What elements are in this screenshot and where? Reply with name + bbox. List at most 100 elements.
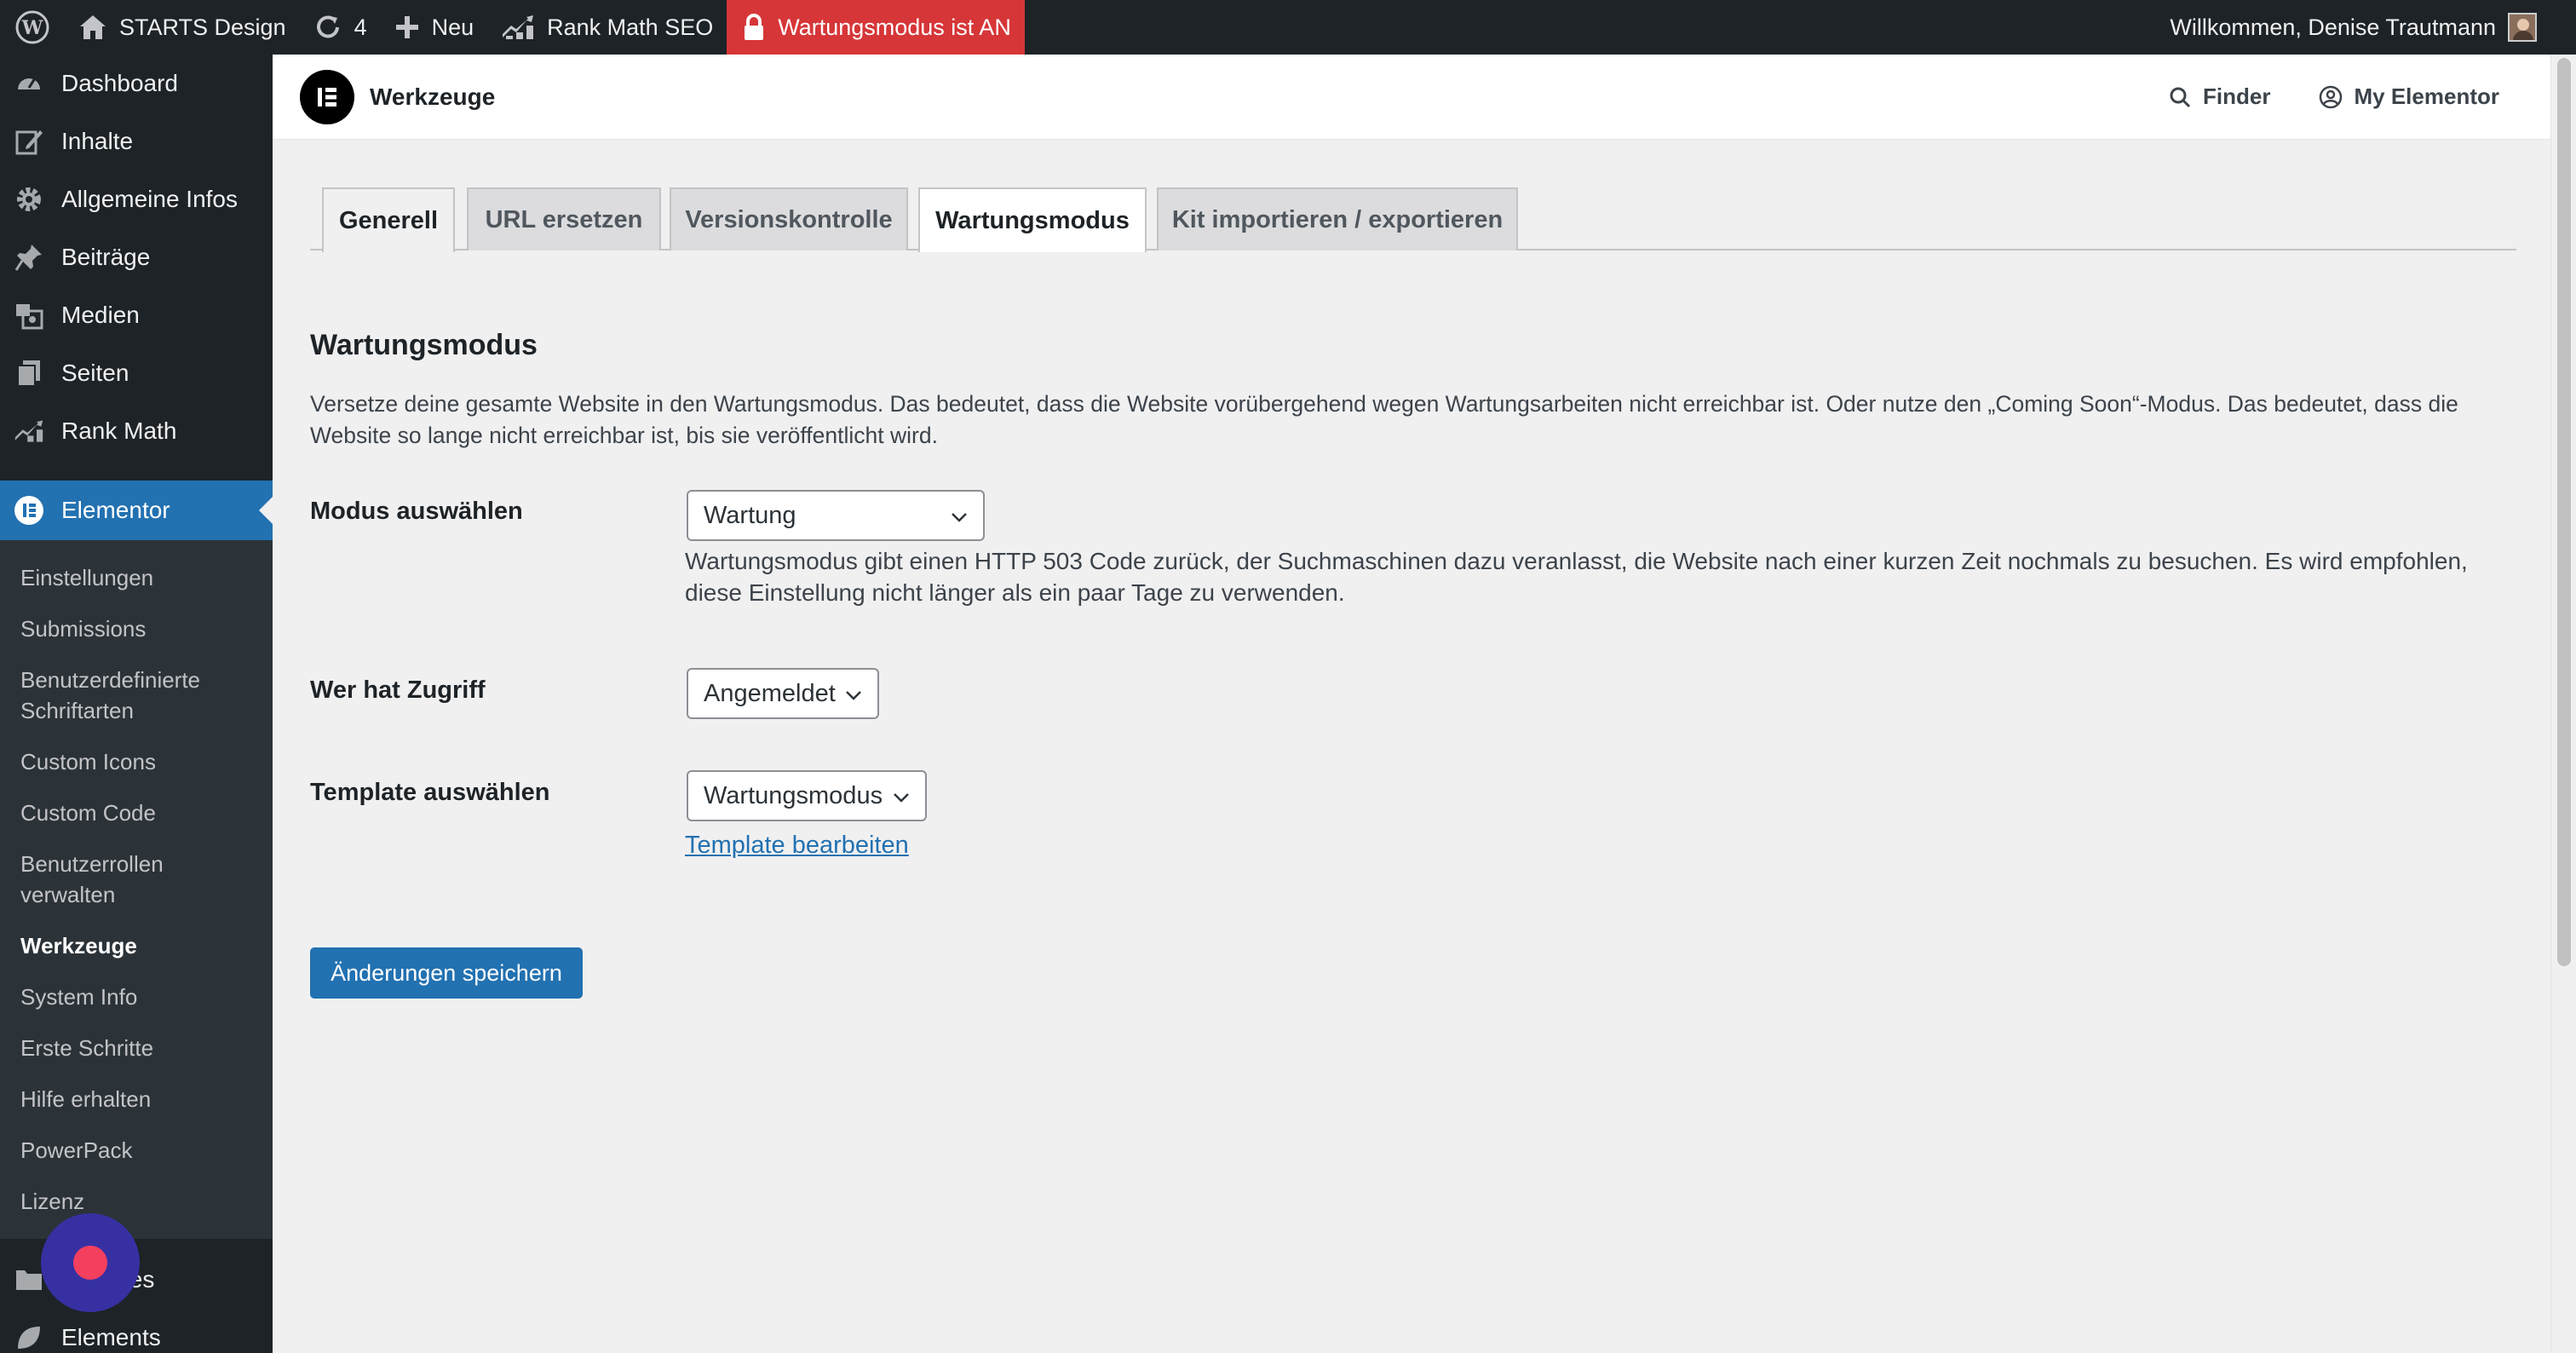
sidebar-item-seiten[interactable]: Seiten	[0, 344, 273, 402]
access-label: Wer hat Zugriff	[310, 676, 486, 704]
tab-label: Generell	[338, 206, 439, 234]
template-select[interactable]: Wartungsmodus	[687, 770, 927, 821]
admin-bar: W STARTS Design 4 Neu Rank Math SEO Wart…	[0, 0, 2576, 55]
sidebar-item-rank-math[interactable]: Rank Math	[0, 402, 273, 460]
new-content-link[interactable]: Neu	[381, 0, 488, 55]
sidebar-item-label: Elementor	[61, 497, 170, 523]
mode-description: Wartungsmodus gibt einen HTTP 503 Code z…	[685, 548, 2468, 606]
pages-icon	[14, 358, 44, 389]
gear-icon	[14, 184, 44, 215]
sidebar-item-inhalte[interactable]: Inhalte	[0, 112, 273, 170]
rankmath-icon	[14, 416, 44, 446]
floating-record-button[interactable]	[41, 1213, 140, 1312]
header-actions: Finder My Elementor	[2169, 83, 2550, 110]
edit-icon	[14, 126, 44, 157]
wordpress-icon: W	[15, 10, 49, 44]
page-title: Werkzeuge	[370, 83, 496, 110]
media-icon	[14, 300, 44, 331]
sidebar-item-dashboard[interactable]: Dashboard	[0, 55, 273, 112]
svg-text:W: W	[21, 17, 43, 39]
submenu-item-powerpack[interactable]: PowerPack	[0, 1125, 273, 1176]
access-select-value: Angemeldet	[704, 679, 836, 707]
new-label: Neu	[431, 14, 474, 40]
main-menu: Dashboard Inhalte Allgemeine Infos Beiträge…	[0, 55, 273, 460]
scrollbar-thumb[interactable]	[2557, 58, 2571, 966]
sidebar-item-label: Elements	[61, 1324, 161, 1350]
tab-generell[interactable]: Generell	[322, 187, 455, 252]
submenu-item-hilfe-erhalten[interactable]: Hilfe erhalten	[0, 1074, 273, 1125]
sidebar-item-medien[interactable]: Medien	[0, 286, 273, 344]
sidebar-item-label: Beiträge	[61, 244, 151, 270]
page-scrollbar[interactable]	[2550, 55, 2576, 1353]
submenu-item-benutzerdefinierte-schriftarten[interactable]: Benutzerdefinierte Schriftarten	[0, 654, 273, 736]
user-circle-icon	[2319, 85, 2342, 108]
lock-icon	[745, 14, 764, 40]
sidebar-item-label: Inhalte	[61, 128, 134, 154]
submenu-item-erste-schritte[interactable]: Erste Schritte	[0, 1022, 273, 1074]
sidebar-item-elementor[interactable]: Elementor	[0, 481, 273, 540]
chevron-down-icon	[894, 793, 909, 803]
sidebar-item-label: Medien	[61, 302, 140, 328]
tab-label: Wartungsmodus	[935, 206, 1130, 234]
my-elementor-label: My Elementor	[2354, 83, 2500, 109]
sidebar-item-label: Dashboard	[61, 70, 178, 96]
home-icon	[80, 15, 106, 39]
elementor-logo-icon	[300, 69, 354, 124]
tab-url-ersetzen[interactable]: URL ersetzen	[467, 187, 661, 250]
tab-label: Kit importieren / exportieren	[1171, 205, 1504, 233]
updates-count: 4	[354, 14, 367, 40]
template-select-value: Wartungsmodus	[704, 781, 883, 809]
submenu-item-custom-code[interactable]: Custom Code	[0, 787, 273, 838]
submenu-item-system-info[interactable]: System Info	[0, 971, 273, 1022]
refresh-icon	[316, 15, 339, 38]
sidebar-item-beitr-ge[interactable]: Beiträge	[0, 228, 273, 286]
finder-button[interactable]: Finder	[2169, 83, 2271, 110]
plus-icon	[395, 16, 418, 38]
search-icon	[2170, 87, 2191, 107]
elementor-submenu: Einstellungen Submissions Benutzerdefinier…	[0, 540, 273, 1239]
save-changes-button[interactable]: Änderungen speichern	[310, 947, 583, 999]
record-icon	[73, 1246, 107, 1280]
my-account-link[interactable]: Willkommen, Denise Trautmann	[2156, 0, 2576, 55]
tab-kit-import-export[interactable]: Kit importieren / exportieren	[1157, 187, 1518, 250]
access-select[interactable]: Angemeldet	[687, 668, 879, 719]
maintenance-label: Wartungsmodus ist AN	[778, 14, 1011, 40]
tab-versionskontrolle[interactable]: Versionskontrolle	[670, 187, 908, 250]
sidebar-item-allgemeine-infos[interactable]: Allgemeine Infos	[0, 170, 273, 228]
submenu-item-submissions[interactable]: Submissions	[0, 603, 273, 654]
site-name: STARTS Design	[119, 14, 286, 40]
mode-select-value: Wartung	[704, 501, 796, 529]
leaf-icon	[14, 1322, 44, 1353]
maintenance-mode-notice[interactable]: Wartungsmodus ist AN	[727, 0, 1025, 55]
tab-wartungsmodus[interactable]: Wartungsmodus	[918, 187, 1147, 252]
sidebar-item-label: Rank Math	[61, 417, 177, 444]
sidebar-item-label: Seiten	[61, 360, 129, 386]
avatar	[2508, 13, 2537, 42]
tab-bar: Generell URL ersetzen Versionskontrolle …	[310, 187, 2516, 252]
admin-sidebar: Dashboard Inhalte Allgemeine Infos Beiträge…	[0, 55, 273, 1353]
pin-icon	[14, 242, 44, 273]
rank-math-seo-label: Rank Math SEO	[547, 14, 714, 40]
submenu-item-lizenz[interactable]: Lizenz	[0, 1176, 273, 1227]
rankmath-icon	[503, 15, 534, 39]
submenu-item-werkzeuge[interactable]: Werkzeuge	[0, 920, 273, 971]
submenu-item-einstellungen[interactable]: Einstellungen	[0, 552, 273, 603]
submenu-item-benutzerrollen-verwalten[interactable]: Benutzerrollen verwalten	[0, 838, 273, 920]
chevron-down-icon	[952, 513, 967, 522]
sidebar-item-elements[interactable]: Elements	[0, 1309, 273, 1353]
site-name-link[interactable]: STARTS Design	[65, 0, 300, 55]
finder-label: Finder	[2203, 83, 2271, 109]
rank-math-seo-link[interactable]: Rank Math SEO	[487, 0, 727, 55]
wordpress-logo[interactable]: W	[0, 0, 65, 55]
welcome-text: Willkommen, Denise Trautmann	[2170, 14, 2496, 40]
my-elementor-button[interactable]: My Elementor	[2319, 83, 2500, 110]
edit-template-link[interactable]: Template bearbeiten	[685, 832, 909, 860]
submenu-item-custom-icons[interactable]: Custom Icons	[0, 736, 273, 787]
elementor-icon	[14, 495, 44, 526]
sidebar-item-label: Allgemeine Infos	[61, 186, 239, 212]
tab-label: URL ersetzen	[485, 205, 643, 233]
mode-select[interactable]: Wartung	[687, 490, 985, 541]
dashboard-icon	[14, 68, 44, 99]
chevron-down-icon	[846, 691, 861, 700]
updates-link[interactable]: 4	[300, 0, 381, 55]
